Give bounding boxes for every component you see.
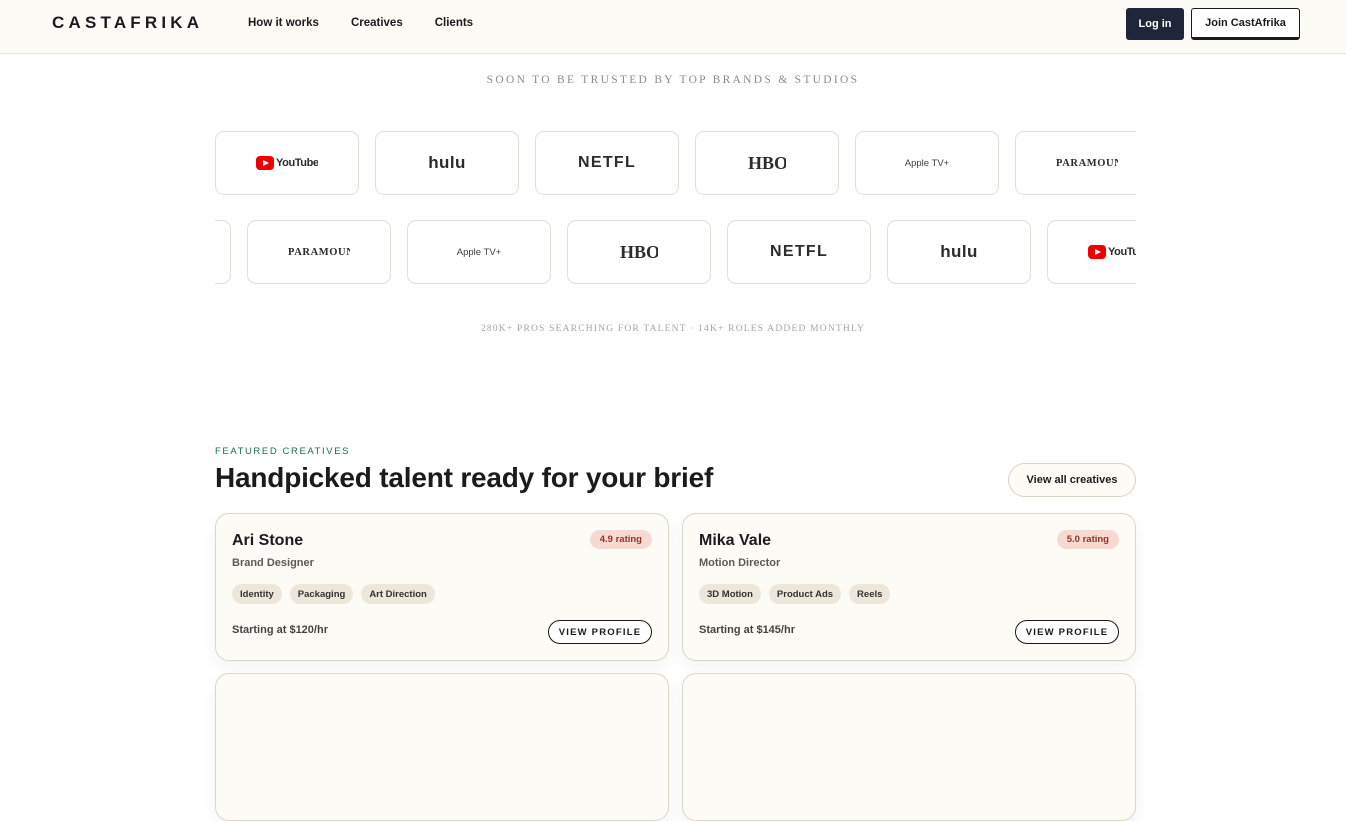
brand-logo-paramount: PARAMOUNT [1056,157,1118,169]
creative-card[interactable]: Ari Stone 4.9 rating Brand Designer Iden… [215,513,669,661]
starting-price: Starting at $120/hr [232,624,328,636]
creative-card[interactable]: Mika Vale 5.0 rating Motion Director 3D … [682,513,1136,661]
view-profile-button[interactable]: VIEW PROFILE [1015,620,1119,644]
nav-how-it-works[interactable]: How it works [248,17,319,29]
stats-line: 280K+ PROS SEARCHING FOR TALENT · 14K+ R… [480,324,866,334]
brand-logo-label: YouTube [276,157,318,169]
brand-logo-appletv: Apple TV+ [456,246,502,258]
skill-tag: Product Ads [768,584,842,604]
creative-role: Brand Designer [232,557,314,569]
logo-marquee-row-1: Apple TV+YouTubehuluNETFLIXHBOApple TV+P… [215,130,1136,196]
skill-tag: Art Direction [361,584,435,604]
creative-card-partial[interactable] [682,673,1136,821]
skill-tag: Reels [849,584,891,604]
brand-logo-youtube: YouTube [1088,245,1136,259]
brand-logo-card: NETFLIX [727,220,871,284]
skill-tag: Identity [232,584,282,604]
join-button[interactable]: Join CastAfrika [1191,8,1300,40]
brand-logo-paramount: PARAMOUNT [288,246,350,258]
brand-logo-card: YouTube [1047,220,1136,284]
brand-logo-card: hulu [887,220,1031,284]
brand-logo-card: Apple TV+ [407,220,551,284]
trusted-title: SOON TO BE TRUSTED BY TOP BRANDS & STUDI… [486,74,860,86]
view-profile-button[interactable]: VIEW PROFILE [548,620,652,644]
logo-track-row-2: YouTube PARAMOUNT Apple TV+ HBO NETFLIX hulu Y… [215,220,1136,284]
brand-logo-label: YouTube [1108,246,1136,258]
featured-title: Handpicked talent ready for your brief [215,462,714,493]
creative-name: Mika Vale [699,532,772,549]
brand-logo-card: HBO [567,220,711,284]
brand-logo-card: PARAMOUNT [1015,131,1136,195]
brand-logo-netflix: NETFLIX [770,243,828,260]
brand-logo-youtube: YouTube [256,156,318,170]
featured-eyebrow: FEATURED CREATIVES [215,446,351,457]
starting-price: Starting at $145/hr [699,624,795,636]
brand-logo[interactable]: CASTAFRIKA [52,13,203,33]
brand-logo-card: YouTube [215,220,231,284]
rating-badge: 4.9 rating [589,530,652,549]
brand-logo-appletv: Apple TV+ [904,157,950,169]
skill-tag: 3D Motion [699,584,761,604]
brand-logo-hbo: HBO [748,152,786,173]
skill-tags: Identity Packaging Art Direction [232,584,435,604]
brand-logo-card: Apple TV+ [855,131,999,195]
brand-logo-hulu: hulu [428,153,466,172]
brand-logo-card: hulu [375,131,519,195]
brand-logo-netflix: NETFLIX [578,154,636,171]
skill-tag: Packaging [289,584,354,604]
youtube-play-icon [256,156,274,170]
nav-clients[interactable]: Clients [435,17,473,29]
login-button[interactable]: Log in [1126,8,1184,40]
main-nav: How it works Creatives Clients [248,17,473,29]
brand-logo-card: HBO [695,131,839,195]
creative-name: Ari Stone [232,532,304,549]
view-all-creatives-button[interactable]: View all creatives [1008,463,1136,497]
brand-logo-hulu: hulu [940,242,978,261]
rating-badge: 5.0 rating [1056,530,1119,549]
creative-role: Motion Director [699,557,781,569]
youtube-play-icon [1088,245,1106,259]
site-header: CASTAFRIKA How it works Creatives Client… [0,0,1346,54]
brand-logo-card: NETFLIX [535,131,679,195]
skill-tags: 3D Motion Product Ads Reels [699,584,891,604]
logo-marquee-row-2: YouTube PARAMOUNT Apple TV+ HBO NETFLIX hulu Y… [215,219,1136,285]
brand-logo-card: YouTube [215,131,359,195]
nav-creatives[interactable]: Creatives [351,17,403,29]
brand-logo-card: PARAMOUNT [247,220,391,284]
brand-logo-hbo: HBO [620,241,658,262]
creative-card-partial[interactable] [215,673,669,821]
logo-track-row-1: Apple TV+YouTubehuluNETFLIXHBOApple TV+P… [215,131,1136,195]
